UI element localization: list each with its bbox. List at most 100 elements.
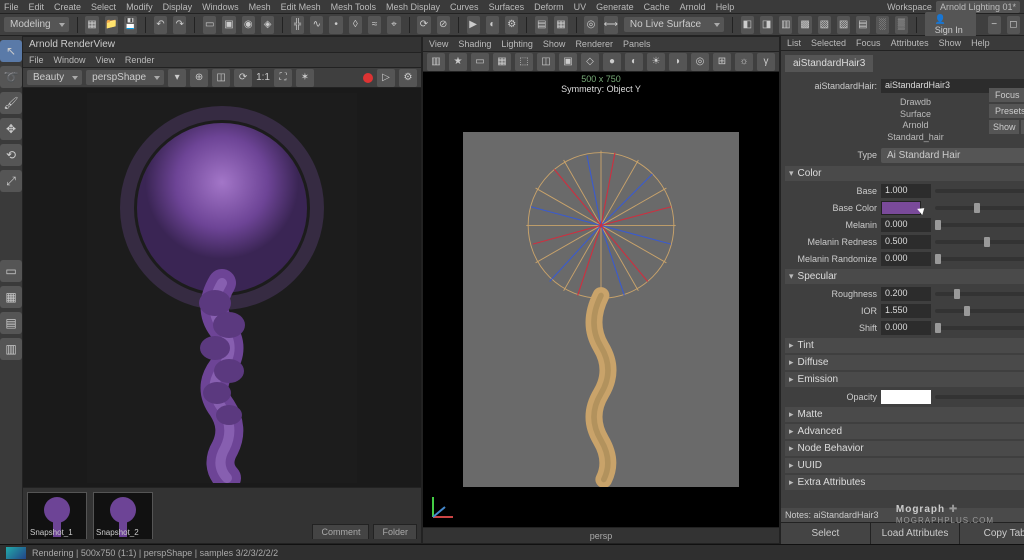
layout-single-icon[interactable]: ▭ [0,260,22,282]
shift-slider[interactable] [935,326,1024,330]
vp-select-camera-icon[interactable]: ▥ [427,53,445,71]
snapshot-2[interactable]: Snapshot_2 [93,492,153,539]
focus-button[interactable]: Focus [989,88,1024,102]
toggle-e-icon[interactable]: ▧ [818,16,831,34]
vp-menu-renderer[interactable]: Renderer [575,39,613,49]
rv-menu-file[interactable]: File [29,55,44,65]
menu-curves[interactable]: Curves [450,2,479,12]
region-icon[interactable]: ◫ [212,69,230,87]
vp-smooth-icon[interactable]: ● [603,53,621,71]
section-tint[interactable]: Tint [785,338,1024,353]
win-min-icon[interactable]: − [988,16,1001,34]
scale-tool-icon[interactable]: ⤢ [0,170,22,192]
menu-create[interactable]: Create [54,2,81,12]
select-object-icon[interactable]: ◉ [242,16,255,34]
menu-help[interactable]: Help [716,2,735,12]
select-tool-icon[interactable]: ↖ [0,40,22,62]
stop-render-icon[interactable] [363,73,373,83]
base-slider[interactable] [935,189,1024,193]
menu-arnold[interactable]: Arnold [680,2,706,12]
section-uuid[interactable]: UUID [785,458,1024,473]
menu-editmesh[interactable]: Edit Mesh [281,2,321,12]
sign-in-button[interactable]: 👤 Sign In [925,12,976,37]
vp-bookmarks-icon[interactable]: ★ [449,53,467,71]
menu-display[interactable]: Display [163,2,193,12]
menu-surfaces[interactable]: Surfaces [489,2,525,12]
vp-xray-icon[interactable]: ⊞ [713,53,731,71]
toggle-i-icon[interactable]: ▒ [895,16,908,34]
toggle-f-icon[interactable]: ▨ [837,16,850,34]
panel-layout-icon[interactable]: ▤ [535,16,548,34]
section-matte[interactable]: Matte [785,407,1024,422]
roughness-field[interactable]: 0.200 [881,287,931,301]
camera-dropdown[interactable]: perspShape [86,70,164,85]
ior-field[interactable]: 1.550 [881,304,931,318]
open-scene-icon[interactable]: 📁 [105,16,118,34]
melanin-slider[interactable] [935,223,1024,227]
render-settings-icon[interactable]: ⚙ [505,16,518,34]
show-button[interactable]: Show [989,120,1020,134]
menu-edit[interactable]: Edit [29,2,45,12]
menu-deform[interactable]: Deform [534,2,564,12]
attr-menu-help[interactable]: Help [971,38,990,48]
menu-select[interactable]: Select [91,2,116,12]
zoom-fit-icon[interactable]: ⛶ [274,69,292,87]
menu-mesh[interactable]: Mesh [249,2,271,12]
vp-menu-shading[interactable]: Shading [458,39,491,49]
ior-slider[interactable] [935,309,1024,313]
aov-dropdown[interactable]: Beauty [27,70,82,85]
presets-button[interactable]: Presets* [989,104,1024,118]
gear-icon[interactable]: ⚙ [399,69,417,87]
xray-icon[interactable]: ◎ [584,16,597,34]
vp-textured-icon[interactable]: ◐ [625,53,643,71]
menu-meshdisplay[interactable]: Mesh Display [386,2,440,12]
snap-plane-icon[interactable]: ◊ [349,16,362,34]
undo-icon[interactable]: ↶ [154,16,167,34]
randomize-slider[interactable] [935,257,1024,261]
attr-menu-focus[interactable]: Focus [856,38,881,48]
toggle-a-icon[interactable]: ◧ [741,16,754,34]
select-button[interactable]: Select [781,523,871,544]
menu-generate[interactable]: Generate [596,2,634,12]
save-scene-icon[interactable]: 💾 [124,16,137,34]
snap-curve-icon[interactable]: ∿ [310,16,323,34]
section-emission[interactable]: Emission [785,372,1024,387]
vp-expose-icon[interactable]: ☼ [735,53,753,71]
shift-field[interactable]: 0.000 [881,321,931,335]
dropdown-icon[interactable]: ▾ [168,69,186,87]
opacity-slider[interactable] [935,395,1024,399]
vp-light-icon[interactable]: ☀ [647,53,665,71]
toggle-h-icon[interactable]: ░ [876,16,889,34]
toggle-g-icon[interactable]: ▤ [856,16,869,34]
vp-shadows-icon[interactable]: ◗ [669,53,687,71]
menu-meshtools[interactable]: Mesh Tools [331,2,376,12]
menu-modify[interactable]: Modify [126,2,153,12]
vp-wireframe-icon[interactable]: ◇ [581,53,599,71]
vp-menu-show[interactable]: Show [543,39,566,49]
menu-windows[interactable]: Windows [202,2,239,12]
toggle-d-icon[interactable]: ▩ [798,16,811,34]
vp-gamma-icon[interactable]: γ [757,53,775,71]
type-dropdown[interactable]: Ai Standard Hair [881,148,1024,163]
section-extra[interactable]: Extra Attributes [785,475,1024,490]
viewport-canvas[interactable]: 500 x 750 Symmetry: Object Y [423,72,779,527]
section-advanced[interactable]: Advanced [785,424,1024,439]
attr-tab[interactable]: aiStandardHair3 [785,55,873,72]
render-viewport[interactable] [23,88,421,487]
symmetry-icon[interactable]: ⟷ [604,16,618,34]
menu-file[interactable]: File [4,2,19,12]
toggle-b-icon[interactable]: ◨ [760,16,773,34]
history-icon[interactable]: ⟳ [417,16,430,34]
attr-menu-show[interactable]: Show [939,38,962,48]
toggle-c-icon[interactable]: ▥ [779,16,792,34]
section-diffuse[interactable]: Diffuse [785,355,1024,370]
rv-menu-render[interactable]: Render [125,55,155,65]
attr-menu-list[interactable]: List [787,38,801,48]
ipr-icon[interactable]: ◐ [486,16,499,34]
tab-folder[interactable]: Folder [373,524,417,539]
layout-four-icon[interactable]: ▦ [0,286,22,308]
select-component-icon[interactable]: ◈ [261,16,274,34]
redness-slider[interactable] [935,240,1024,244]
menu-cache[interactable]: Cache [644,2,670,12]
select-tool-icon[interactable]: ▭ [203,16,216,34]
